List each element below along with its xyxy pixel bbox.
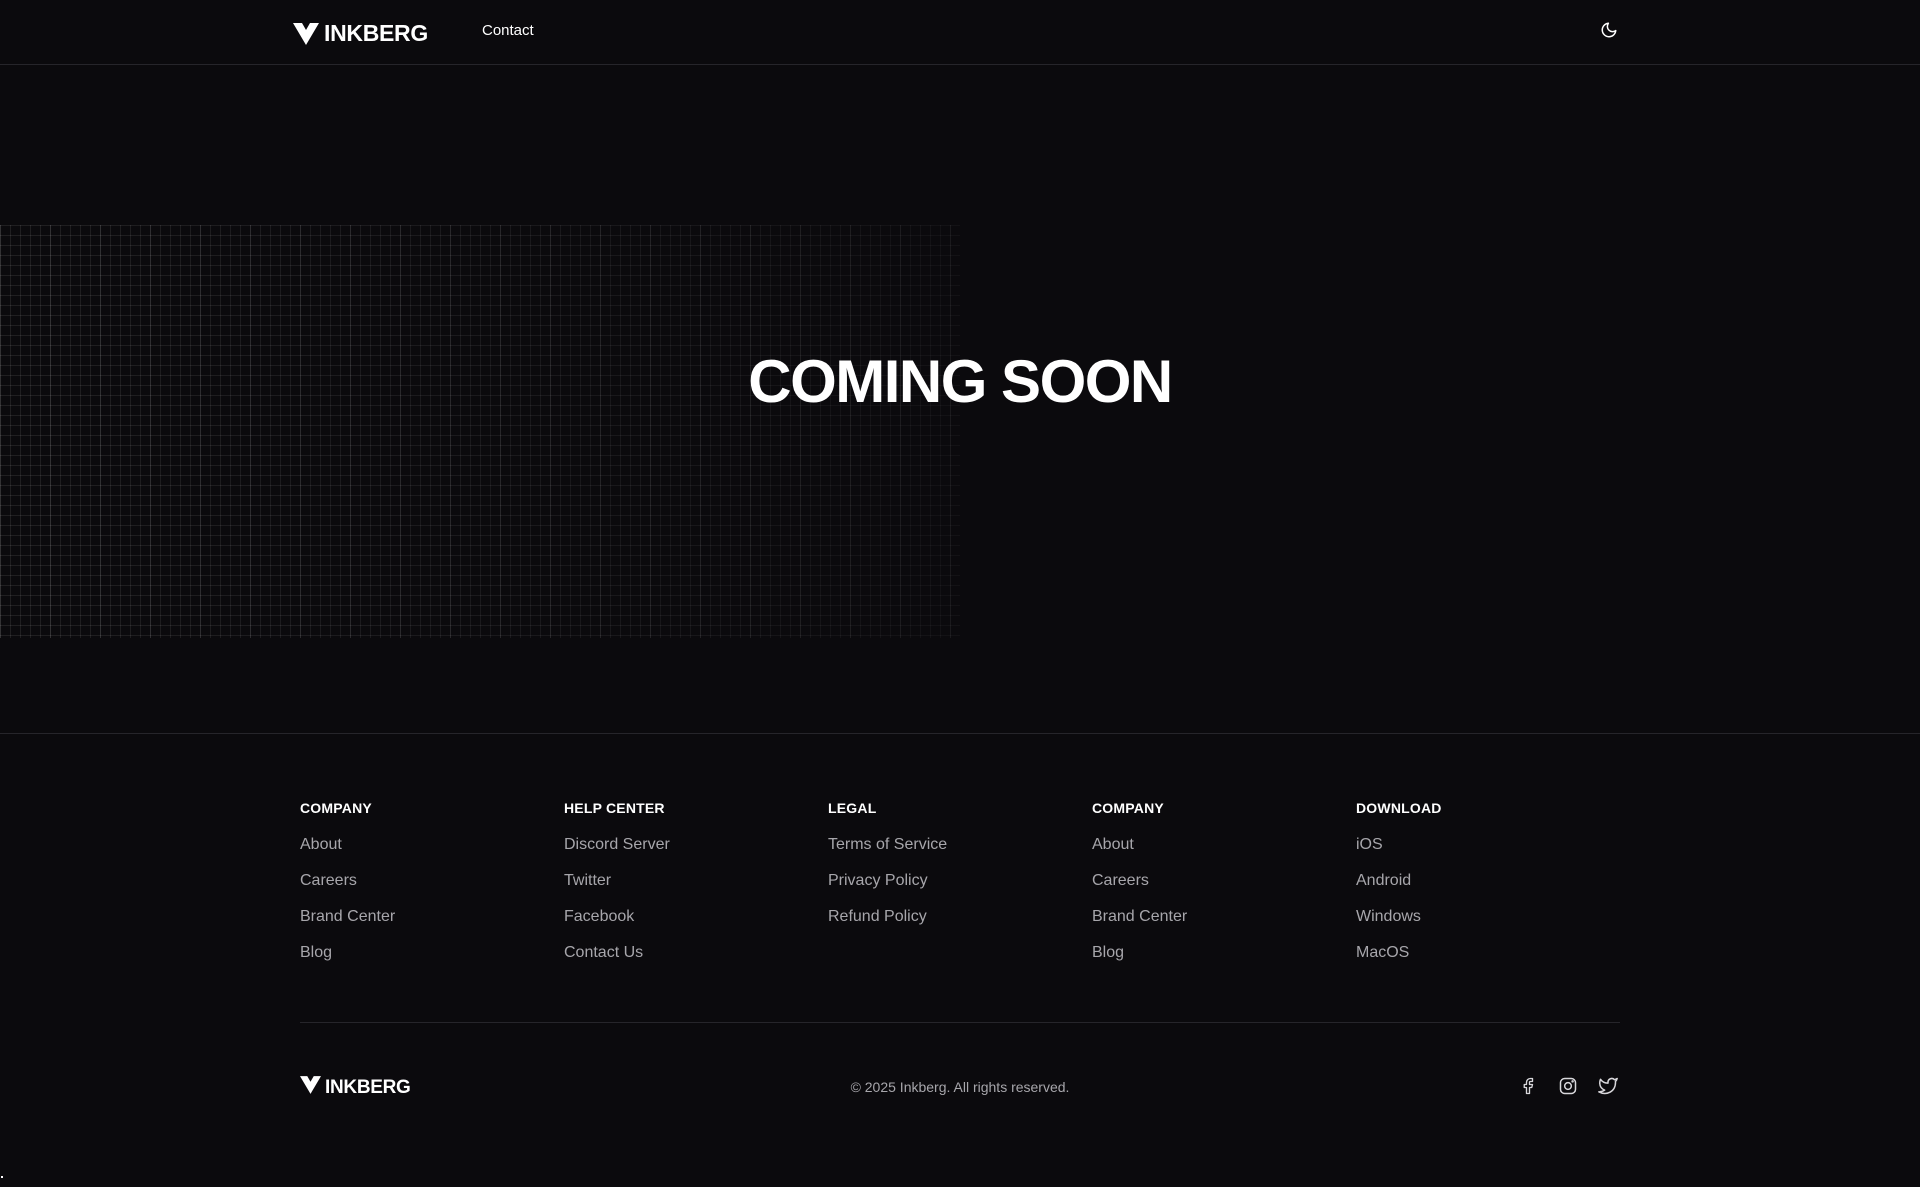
footer-link-about[interactable]: About: [300, 836, 342, 853]
footer-column-company-2: COMPANY About Careers Brand Center Blog: [1092, 800, 1356, 980]
instagram-icon: [1558, 1076, 1578, 1101]
footer-column-heading: DOWNLOAD: [1356, 800, 1442, 816]
footer-column-company: COMPANY About Careers Brand Center Blog: [300, 800, 564, 980]
footer-column-download: DOWNLOAD iOS Android Windows MacOS: [1356, 800, 1620, 980]
corner-dot: [1, 1176, 3, 1178]
footer-link-careers[interactable]: Careers: [1092, 872, 1149, 889]
grid-background: [0, 225, 960, 638]
copyright-text: © 2025 Inkberg. All rights reserved.: [850, 1079, 1070, 1095]
footer-link-windows[interactable]: Windows: [1356, 908, 1421, 925]
footer-brand-name: INKBERG: [325, 1076, 411, 1098]
facebook-icon: [1519, 1077, 1537, 1100]
footer-link-terms-of-service[interactable]: Terms of Service: [828, 836, 947, 853]
footer-link-twitter[interactable]: Twitter: [564, 872, 611, 889]
footer-link-blog[interactable]: Blog: [300, 944, 332, 961]
footer-divider: [300, 1022, 1620, 1023]
footer-link-android[interactable]: Android: [1356, 872, 1411, 889]
logo-mark-icon: [293, 22, 319, 45]
footer-bottom-bar: © 2025 Inkberg. All rights reserved. INK…: [300, 1076, 1620, 1100]
footer-link-careers[interactable]: Careers: [300, 872, 357, 889]
instagram-link[interactable]: [1556, 1076, 1580, 1100]
footer-column-legal: LEGAL Terms of Service Privacy Policy Re…: [828, 800, 1092, 980]
footer-link-brand-center[interactable]: Brand Center: [300, 908, 395, 925]
footer-link-about[interactable]: About: [1092, 836, 1134, 853]
footer-link-blog[interactable]: Blog: [1092, 944, 1124, 961]
nav-contact-link[interactable]: Contact: [482, 22, 534, 39]
footer-brand-logo[interactable]: INKBERG: [300, 1076, 411, 1099]
facebook-link[interactable]: [1516, 1076, 1540, 1100]
footer-link-refund-policy[interactable]: Refund Policy: [828, 908, 927, 925]
footer-column-heading: HELP CENTER: [564, 800, 665, 816]
social-links: [1516, 1076, 1620, 1100]
moon-icon: [1600, 21, 1618, 44]
footer-column-heading: LEGAL: [828, 800, 877, 816]
footer-link-brand-center[interactable]: Brand Center: [1092, 908, 1187, 925]
footer-column-help-center: HELP CENTER Discord Server Twitter Faceb…: [564, 800, 828, 980]
footer-columns: COMPANY About Careers Brand Center Blog …: [300, 800, 1620, 980]
brand-logo[interactable]: INKBERG: [293, 20, 428, 47]
footer-link-macos[interactable]: MacOS: [1356, 944, 1409, 961]
site-footer: COMPANY About Careers Brand Center Blog …: [0, 733, 1920, 1187]
hero-title: COMING SOON: [748, 348, 1173, 415]
twitter-link[interactable]: [1596, 1076, 1620, 1100]
twitter-icon: [1598, 1076, 1618, 1101]
footer-link-privacy-policy[interactable]: Privacy Policy: [828, 872, 928, 889]
footer-column-heading: COMPANY: [300, 800, 372, 816]
footer-link-ios[interactable]: iOS: [1356, 836, 1383, 853]
site-header: INKBERG Contact: [0, 0, 1920, 65]
footer-link-facebook[interactable]: Facebook: [564, 908, 634, 925]
brand-name: INKBERG: [324, 20, 428, 46]
theme-toggle-button[interactable]: [1597, 20, 1621, 44]
footer-link-contact-us[interactable]: Contact Us: [564, 944, 643, 961]
logo-mark-icon: [300, 1076, 321, 1099]
footer-link-discord-server[interactable]: Discord Server: [564, 836, 670, 853]
footer-column-heading: COMPANY: [1092, 800, 1164, 816]
hero-section: COMING SOON: [0, 65, 1920, 733]
